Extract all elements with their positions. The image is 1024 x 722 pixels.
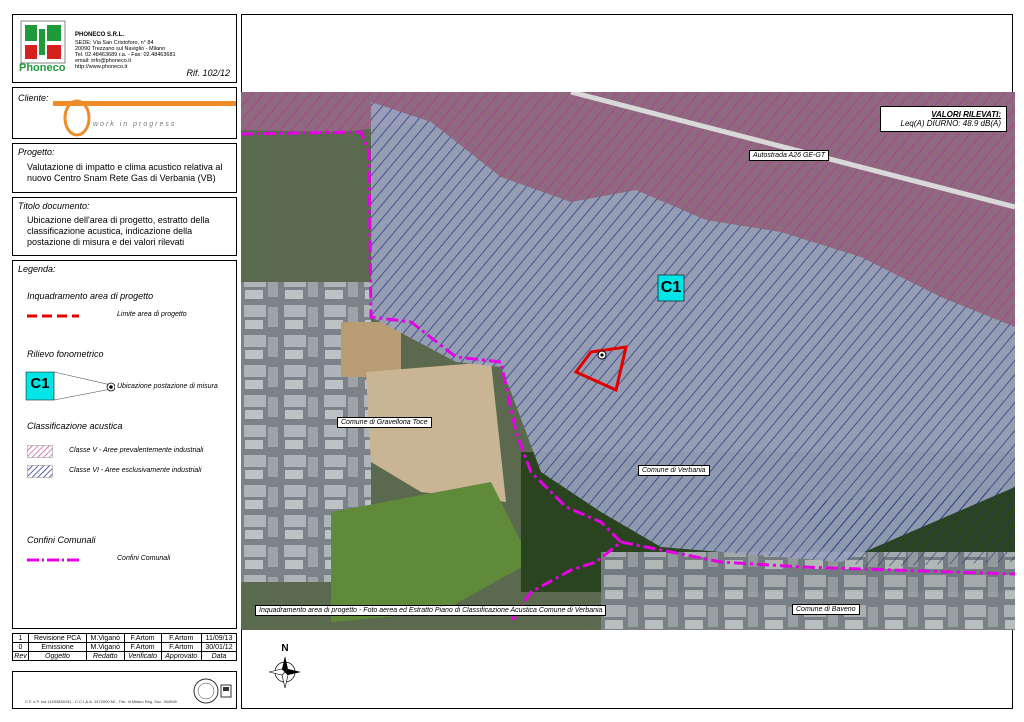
measured-values-text: Leq(A) DIURNO: 48.9 dB(A) <box>900 119 1001 128</box>
table-cell: Revisione PCA <box>28 633 87 643</box>
table-cell: F.Artom <box>123 642 162 652</box>
client-box: Cliente: work in progress <box>12 87 237 139</box>
company-registration: C.F. e P. Iva 11533830151 - C.C.I.A.A. 1… <box>25 699 177 704</box>
table-cell: M.Viganò <box>85 633 125 643</box>
table-cell: 0 <box>12 642 29 652</box>
legend-class-vi: Classe VI - Aree esclusivamente industri… <box>69 467 202 474</box>
revision-table: 1 Revisione PCA M.Viganò F.Artom F.Artom… <box>12 633 238 661</box>
legend-class-v: Classe V - Aree prevalentemente industri… <box>69 447 204 454</box>
measurement-station-code: C1 <box>30 375 50 392</box>
project-box: Progetto: Valutazione di impatto e clima… <box>12 143 237 193</box>
table-header-cell: Approvato <box>160 651 202 661</box>
table-header-row: Rev Oggetto Redatto Verificato Approvato… <box>12 651 238 661</box>
legend-survey-item: Ubicazione postazione di misura <box>117 383 218 390</box>
compass-icon <box>268 656 301 689</box>
field-brown <box>341 322 401 377</box>
document-title-box: Titolo documento: Ubicazione dell'area d… <box>12 197 237 256</box>
legend-box: Legenda: Inquadramento area di progetto … <box>12 260 237 629</box>
label-highway: Autostrada A26 GE-GT <box>749 150 830 161</box>
document-title-label: Titolo documento: <box>18 201 90 211</box>
legend-survey-heading: Rilievo fonometrico <box>27 349 104 359</box>
client-logo: work in progress <box>53 99 236 137</box>
legend-label: Legenda: <box>18 264 56 274</box>
table-header-cell: Verificato <box>123 651 162 661</box>
measured-values-title: VALORI RILEVATI: <box>931 110 1001 119</box>
table-cell: 11/09/13 <box>200 633 238 643</box>
north-label: N <box>281 643 289 654</box>
table-cell: 30/01/12 <box>200 642 238 652</box>
label-baveno: Comune di Baveno <box>792 604 860 615</box>
label-verbania: Comune di Verbania <box>638 465 710 476</box>
document-title-text: Ubicazione dell'area di progetto, estrat… <box>27 215 210 247</box>
table-row: 0 Emissione M.Viganò F.Artom F.Artom 30/… <box>12 642 238 652</box>
client-logo-text: work in progress <box>93 121 176 128</box>
reference-number: Rif. 102/12 <box>186 68 230 78</box>
label-gravellona: Comune di Gravellona Toce <box>337 417 432 428</box>
table-row: 1 Revisione PCA M.Viganò F.Artom F.Artom… <box>12 633 238 643</box>
company-name: PHONECO S.R.L. <box>75 32 125 38</box>
project-description: Valutazione di impatto e clima acustico … <box>27 162 223 183</box>
table-header-cell: Rev <box>12 651 29 661</box>
measurement-point-dot <box>600 353 604 357</box>
logo-text: Phoneco <box>19 62 66 74</box>
table-cell: F.Artom <box>160 642 202 652</box>
station-marker-code: C1 <box>660 279 682 296</box>
legend-boundaries-heading: Confini Comunali <box>27 535 96 545</box>
municipal-boundary-symbol <box>27 558 79 562</box>
class-v-swatch <box>27 445 53 458</box>
project-boundary-symbol <box>27 314 79 318</box>
legend-class-heading: Classificazione acustica <box>27 421 123 431</box>
class-vi-swatch <box>27 465 53 478</box>
measured-values-box: VALORI RILEVATI: Leq(A) DIURNO: 48.9 dB(… <box>880 106 1007 132</box>
company-address: SEDE: Via San Cristoforo, n° 84 20090 Tr… <box>75 40 176 70</box>
table-header-cell: Redatto <box>85 651 125 661</box>
table-header-cell: Data <box>200 651 238 661</box>
table-cell: 1 <box>12 633 29 643</box>
project-label: Progetto: <box>18 147 55 157</box>
table-cell: Emissione <box>28 642 87 652</box>
table-cell: F.Artom <box>160 633 202 643</box>
table-cell: F.Artom <box>123 633 162 643</box>
table-cell: M.Viganò <box>85 642 125 652</box>
legend-area-item: Limite area di progetto <box>117 311 187 318</box>
map-caption: Inquadramento area di progetto - Foto ae… <box>255 605 607 616</box>
table-header-cell: Oggetto <box>28 651 87 661</box>
certification-stamp <box>193 678 232 704</box>
aerial-map <box>241 92 1015 630</box>
address-line: http://www.phoneco.it <box>75 64 128 70</box>
title-block-header: Phoneco PHONECO S.R.L. SEDE: Via San Cri… <box>12 14 237 83</box>
legend-boundaries-item: Confini Comunali <box>117 555 171 562</box>
legend-area-heading: Inquadramento area di progetto <box>27 291 154 301</box>
footer-box: C.F. e P. Iva 11533830151 - C.C.I.A.A. 1… <box>12 671 237 709</box>
